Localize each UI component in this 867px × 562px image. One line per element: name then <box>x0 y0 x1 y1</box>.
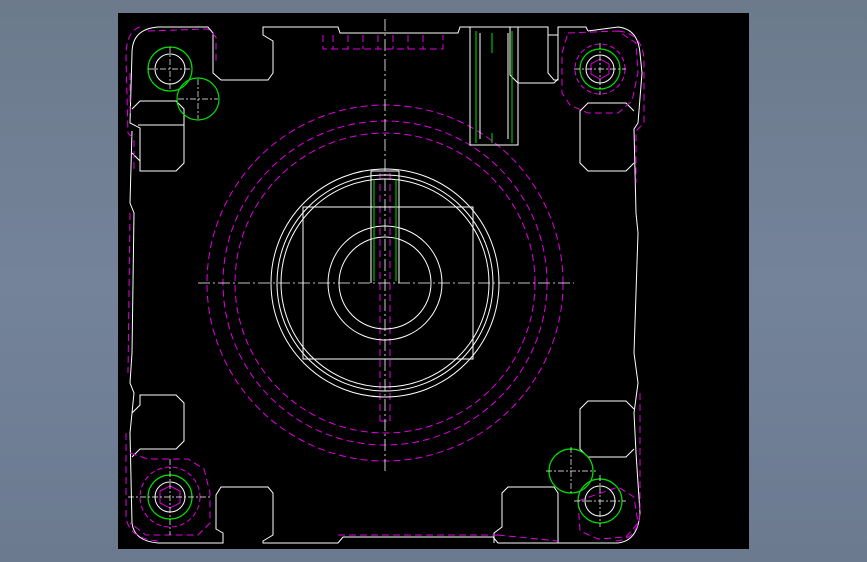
body-outline-right-lower-bracket <box>579 400 635 458</box>
hidden-bottom-slot <box>338 534 559 542</box>
body-outline-top-right-notch <box>509 27 559 84</box>
cad-drawing <box>125 19 645 544</box>
bolt-hole-bottom-left <box>128 459 212 535</box>
hidden-top-left-recess <box>129 28 217 113</box>
cad-drawing-viewport[interactable] <box>118 13 749 549</box>
top-right-slot <box>469 27 519 146</box>
body-outline-left <box>129 26 185 544</box>
key-slot-green <box>373 31 513 281</box>
body-outline-right <box>558 26 643 544</box>
bolt-hole-top-right <box>574 43 626 95</box>
top-right-slot-green <box>475 31 513 143</box>
body-outline-left-lower-bracket <box>131 394 185 458</box>
hidden-bottom-right-recess <box>577 486 639 540</box>
hidden-top-slot <box>322 35 444 50</box>
body-outline-top <box>158 26 589 81</box>
